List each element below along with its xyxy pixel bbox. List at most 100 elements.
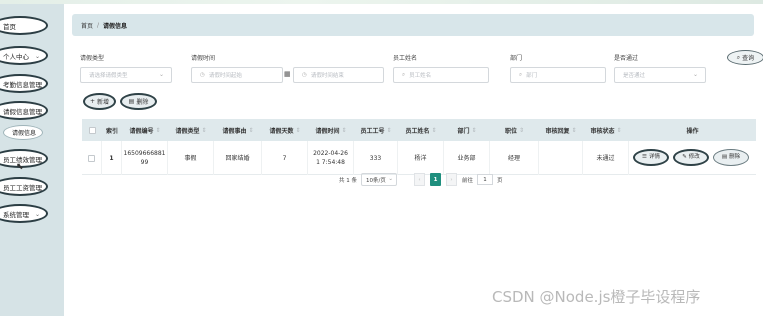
chevron-right-icon: › [450, 176, 453, 183]
search-icon: ⌕ [402, 71, 406, 78]
search-icon: ⌕ [736, 53, 741, 61]
filter-label-employee-name: 员工姓名 [393, 55, 418, 62]
header-index: 索引 [105, 127, 118, 135]
prev-page-button[interactable]: ‹ [414, 173, 425, 186]
approved-select[interactable]: 是否通过 ⌄ [614, 67, 706, 83]
cell-status: 未通过 [583, 141, 629, 175]
goto-page-input[interactable]: 1 [477, 174, 494, 185]
cell-reply [539, 141, 583, 175]
employee-name-placeholder: 员工姓名 [409, 73, 432, 79]
breadcrumb-separator: / [97, 21, 100, 29]
sidebar-item-label: 考勤信息管理 [3, 80, 42, 89]
sidebar-item-home[interactable]: 首页 [0, 16, 48, 35]
chevron-down-icon: ⌄ [158, 71, 164, 78]
goto-label: 前往 [462, 177, 474, 184]
add-button[interactable]: + 新增 [83, 93, 116, 110]
edit-button-label: 修改 [688, 154, 700, 160]
header-emp-name[interactable]: 员工姓名 ⇕ [398, 119, 444, 141]
sidebar: 首页 个人中心 ⌄ 考勤信息管理 请假信息管理 请假信息 员工绩效管理 员工工资… [0, 4, 64, 316]
calendar-icon: ▦ [284, 70, 291, 78]
add-button-label: 新增 [97, 99, 110, 106]
sidebar-item-performance[interactable]: 员工绩效管理 [0, 149, 48, 168]
cell-leave-time: 2022-04-26 1 7:54:48 [308, 141, 354, 175]
delete-button[interactable]: ▤ 删除 [120, 93, 157, 110]
sidebar-item-system[interactable]: 系统管理 ⌄ [0, 204, 48, 223]
sidebar-item-attendance[interactable]: 考勤信息管理 [0, 74, 48, 93]
select-all-checkbox[interactable] [88, 126, 96, 134]
sort-icon: ⇕ [386, 126, 392, 134]
pagination-total: 共 1 条 [339, 177, 357, 184]
header-emp-no[interactable]: 员工工号 ⇕ [354, 119, 398, 141]
sidebar-item-leave-management[interactable]: 请假信息管理 [0, 101, 48, 120]
cell-days: 7 [262, 141, 308, 175]
trash-icon: ▤ [721, 154, 728, 160]
watermark: CSDN @Node.js橙子毕设程序 [492, 288, 701, 306]
filter-label-leave-time: 请假时间 [191, 55, 216, 62]
chevron-down-icon: ⌄ [34, 53, 40, 60]
chevron-down-icon: ⌄ [388, 176, 393, 182]
header-reply[interactable]: 审核回复 ⇕ [539, 119, 583, 141]
leave-time-end-input[interactable]: ◷ 请假时间结束 [293, 67, 384, 83]
filter-label-leave-type: 请假类型 [80, 55, 105, 62]
clock-icon: ◷ [302, 72, 307, 78]
query-button-label: 查询 [742, 55, 755, 62]
sidebar-item-salary[interactable]: 员工工资管理 [0, 177, 48, 196]
header-leave-no[interactable]: 请假编号 ⇕ [122, 119, 168, 141]
sort-icon: ⇕ [431, 126, 437, 134]
detail-button-label: 详情 [648, 154, 660, 160]
page-size-select[interactable]: 10条/页 ⌄ [361, 173, 397, 186]
sidebar-subitem-leave-info[interactable]: 请假信息 [3, 125, 43, 140]
department-input[interactable]: ⌕ 部门 [510, 67, 606, 83]
cell-department: 业务部 [444, 141, 490, 175]
header-position[interactable]: 职位 ⇕ [490, 119, 539, 141]
main-content: 首页 / 请假信息 请假类型 请假时间 员工姓名 部门 是否通过 请选择请假类型… [64, 4, 763, 316]
edit-icon: ✎ [682, 154, 687, 160]
header-status[interactable]: 审核状态 ⇕ [583, 119, 629, 141]
cell-emp-no: 333 [354, 141, 398, 175]
leave-time-start-placeholder: 请假时间起始 [208, 73, 242, 79]
detail-button[interactable]: ☰ 详情 [633, 149, 669, 166]
cell-position: 经理 [490, 141, 539, 175]
header-days[interactable]: 请假天数 ⇕ [262, 119, 308, 141]
edit-button[interactable]: ✎ 修改 [673, 149, 709, 166]
row-delete-button-label: 删除 [729, 154, 741, 160]
leave-time-end-placeholder: 请假时间结束 [310, 73, 344, 79]
table-header: 索引 请假编号 ⇕ 请假类型 ⇕ 请假事由 ⇕ 请假天数 ⇕ 请假时间 ⇕ 员工工号 ⇕ 员… [82, 119, 756, 141]
cell-index: 1 [102, 141, 122, 175]
delete-button-label: 删除 [136, 99, 149, 106]
employee-name-input[interactable]: ⌕ 员工姓名 [393, 67, 489, 83]
header-department[interactable]: 部门 ⇕ [444, 119, 490, 141]
sidebar-item-label: 请假信息管理 [3, 107, 42, 116]
approved-placeholder: 是否通过 [623, 73, 646, 79]
search-icon: ⌕ [519, 71, 523, 78]
page-number-current[interactable]: 1 [430, 173, 441, 186]
clock-icon: ◷ [200, 72, 205, 78]
row-delete-button[interactable]: ▤ 删除 [713, 149, 749, 166]
header-actions: 操作 [686, 127, 699, 135]
next-page-button[interactable]: › [446, 173, 457, 186]
header-select-all[interactable] [82, 119, 102, 141]
leave-time-start-input[interactable]: ◷ 请假时间起始 [191, 67, 283, 83]
header-leave-type[interactable]: 请假类型 ⇕ [168, 119, 214, 141]
header-leave-time[interactable]: 请假时间 ⇕ [308, 119, 354, 141]
sidebar-item-personal-center[interactable]: 个人中心 ⌄ [0, 46, 48, 65]
breadcrumb-current: 请假信息 [103, 22, 128, 30]
sort-icon: ⇕ [295, 126, 301, 134]
header-reason[interactable]: 请假事由 ⇕ [214, 119, 262, 141]
row-select-cell[interactable] [82, 141, 102, 175]
sidebar-item-label: 个人中心 [3, 52, 29, 61]
query-button[interactable]: ⌕ 查询 [727, 50, 763, 65]
sort-icon: ⇕ [201, 126, 207, 134]
page-size-value: 10条/页 [366, 177, 386, 184]
sort-icon: ⇕ [155, 126, 161, 134]
cell-emp-name: 杨洋 [398, 141, 444, 175]
breadcrumb-home[interactable]: 首页 [81, 21, 93, 30]
leave-type-select[interactable]: 请选择请假类型 ⌄ [80, 67, 172, 83]
filter-label-approved: 是否通过 [614, 55, 639, 62]
sidebar-item-label: 首页 [3, 22, 16, 31]
row-checkbox[interactable] [88, 154, 95, 162]
sidebar-item-label: 请假信息 [12, 130, 37, 137]
cell-leave-no: 16509666881 99 [122, 141, 168, 175]
mouse-cursor-icon: ⬉ [16, 162, 24, 172]
sort-icon: ⇕ [341, 126, 347, 134]
